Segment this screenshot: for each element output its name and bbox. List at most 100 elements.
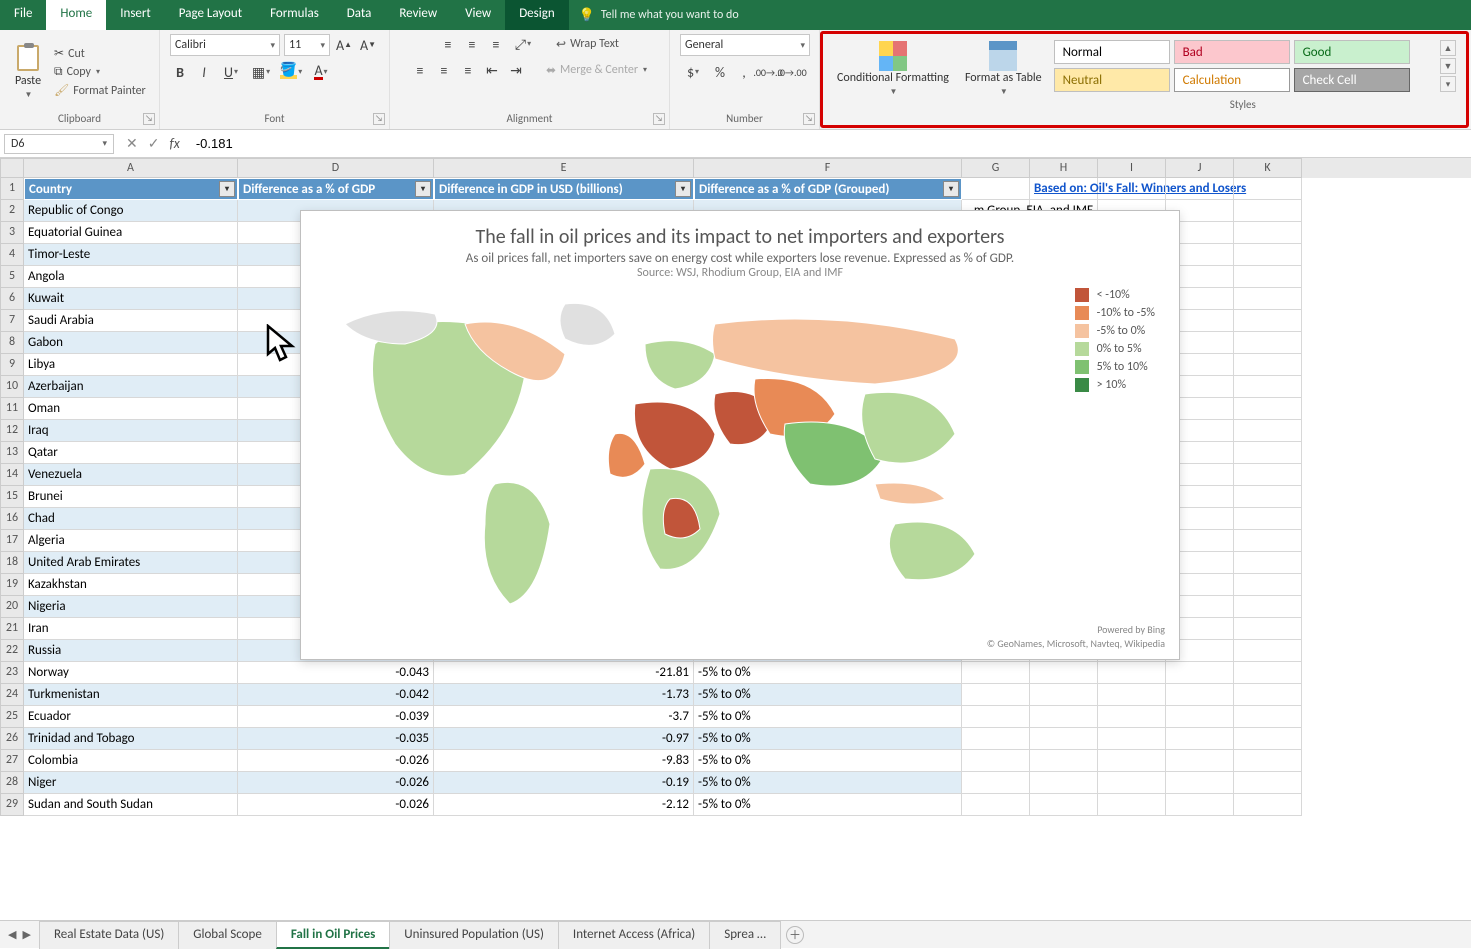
cell-country[interactable]: Kazakhstan [24,574,238,596]
cell-country[interactable]: Niger [24,772,238,794]
cell[interactable] [1234,222,1302,244]
cell-country[interactable]: Oman [24,398,238,420]
cell-country[interactable]: Kuwait [24,288,238,310]
cell-diff-group[interactable]: -5% to 0% [694,706,962,728]
cell-country[interactable]: Saudi Arabia [24,310,238,332]
cell-country[interactable]: Gabon [24,332,238,354]
number-launcher[interactable]: ↘ [803,113,815,125]
cell[interactable] [1234,574,1302,596]
cell[interactable] [962,684,1030,706]
cell-country[interactable]: Chad [24,508,238,530]
row-header[interactable]: 5 [0,266,24,288]
cell[interactable] [1234,200,1302,222]
cell-country[interactable]: Azerbaijan [24,376,238,398]
cell[interactable] [1166,684,1234,706]
cell[interactable] [1234,618,1302,640]
bold-button[interactable]: B [170,62,190,82]
number-format-combo[interactable]: General▾ [680,34,810,56]
new-sheet-button[interactable]: ＋ [786,926,804,944]
cell[interactable] [1166,728,1234,750]
col-header-A[interactable]: A [24,158,238,178]
cell-diff-usd[interactable]: -2.12 [434,794,694,816]
tab-review[interactable]: Review [385,0,451,30]
cell-country[interactable]: Libya [24,354,238,376]
cell[interactable] [1234,288,1302,310]
col-header-G[interactable]: G [962,158,1030,178]
cell-diff-group[interactable]: -5% to 0% [694,772,962,794]
cell[interactable] [1098,684,1166,706]
col-header-F[interactable]: F [694,158,962,178]
row-header[interactable]: 19 [0,574,24,596]
row-header[interactable]: 1 [0,178,24,200]
cell[interactable] [962,772,1030,794]
cell[interactable] [962,178,1030,200]
cell[interactable] [1234,486,1302,508]
underline-button[interactable]: U▾ [218,62,244,82]
sheet-tab[interactable]: Internet Access (Africa) [558,921,710,949]
style-check-cell[interactable]: Check Cell [1294,68,1410,92]
cell[interactable] [1234,178,1302,200]
cell[interactable] [1234,728,1302,750]
cell[interactable] [1166,662,1234,684]
align-center-button[interactable]: ≡ [434,60,454,80]
cell[interactable] [1098,728,1166,750]
header-diff-usd[interactable]: Difference in GDP in USD (billions)▾ [434,178,694,200]
increase-decimal-button[interactable]: .00→.0 [758,62,778,82]
styles-scroll[interactable]: ▲▼▾ [1440,40,1456,92]
cell-country[interactable]: Turkmenistan [24,684,238,706]
style-normal[interactable]: Normal [1054,40,1170,64]
row-header[interactable]: 27 [0,750,24,772]
row-header[interactable]: 24 [0,684,24,706]
cell[interactable] [1098,706,1166,728]
sheet-tab[interactable]: Sprea … [709,921,781,949]
cell[interactable] [1234,684,1302,706]
cell[interactable] [962,750,1030,772]
align-middle-button[interactable]: ≡ [462,34,482,54]
font-family-combo[interactable]: Calibri▾ [170,34,280,56]
row-header[interactable]: 21 [0,618,24,640]
cell[interactable] [1030,794,1098,816]
tab-formulas[interactable]: Formulas [256,0,333,30]
based-on-link[interactable]: Based on: Oil's Fall: Winners and Losers [1030,178,1098,200]
row-header[interactable]: 16 [0,508,24,530]
cut-button[interactable]: ✂Cut [52,45,148,62]
sheet-nav-next[interactable]: ▶ [22,928,30,941]
cell[interactable] [1234,266,1302,288]
cell[interactable] [1234,662,1302,684]
tell-me[interactable]: 💡Tell me what you want to do [569,0,749,30]
cell[interactable] [1166,706,1234,728]
cell-diff-group[interactable]: -5% to 0% [694,728,962,750]
cell-diff-pct[interactable]: -0.042 [238,684,434,706]
cell[interactable] [1098,794,1166,816]
cell[interactable] [1234,706,1302,728]
borders-button[interactable]: ▦▾ [248,62,274,82]
cell[interactable] [1234,530,1302,552]
style-neutral[interactable]: Neutral [1054,68,1170,92]
cell[interactable] [1234,398,1302,420]
cell-country[interactable]: Venezuela [24,464,238,486]
row-header[interactable]: 25 [0,706,24,728]
row-header[interactable]: 28 [0,772,24,794]
sheet-tab[interactable]: Global Scope [178,921,277,949]
cell-diff-pct[interactable]: -0.039 [238,706,434,728]
decrease-decimal-button[interactable]: .0→.00 [782,62,802,82]
cell-country[interactable]: Norway [24,662,238,684]
col-header-J[interactable]: J [1166,158,1234,178]
tab-insert[interactable]: Insert [106,0,165,30]
font-launcher[interactable]: ↘ [373,113,385,125]
col-header-I[interactable]: I [1098,158,1166,178]
row-header[interactable]: 29 [0,794,24,816]
formula-input[interactable] [188,132,1471,155]
cell[interactable] [1234,508,1302,530]
cell[interactable] [1234,640,1302,662]
merge-center-button[interactable]: ⬌Merge & Center▾ [544,62,649,79]
cell-country[interactable]: Iran [24,618,238,640]
row-header[interactable]: 8 [0,332,24,354]
cell[interactable] [1030,706,1098,728]
fx-icon[interactable]: fx [169,135,179,152]
cell[interactable] [1098,662,1166,684]
comma-format-button[interactable]: , [734,62,754,82]
cell[interactable] [1098,750,1166,772]
header-diff-pct[interactable]: Difference as a % of GDP▾ [238,178,434,200]
cell-country[interactable]: Trinidad and Tobago [24,728,238,750]
